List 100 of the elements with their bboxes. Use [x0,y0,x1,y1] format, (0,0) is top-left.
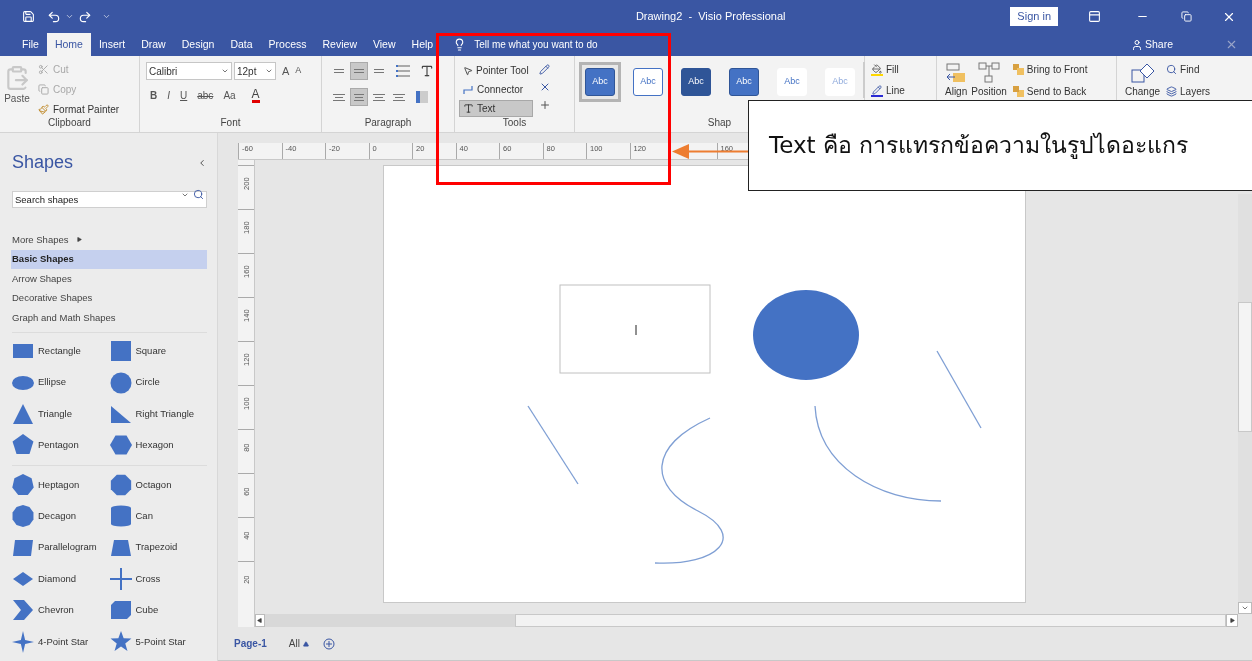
align-button[interactable]: Align [945,84,968,99]
stencil-shape[interactable]: 5-Point Star [109,626,207,658]
stencil-item[interactable]: Graph and Math Shapes [11,308,207,328]
curve-shape[interactable] [654,417,724,564]
shape-style-swatch[interactable]: Abc [777,68,807,96]
share-button[interactable]: Share [1144,36,1173,53]
bring-to-front-button[interactable]: Bring to Front [1026,62,1088,77]
font-size-field[interactable]: 12pt [234,62,276,80]
stencil-item[interactable]: More Shapes [11,230,207,250]
dropdown-icon[interactable] [265,67,273,75]
pencil-icon[interactable] [538,64,550,75]
stencil-shape[interactable]: Square [109,335,207,367]
menu-tab[interactable]: Review [314,33,365,56]
ribbon-display-icon[interactable] [1088,10,1101,23]
font-style-button[interactable]: U [180,88,188,103]
menu-tab[interactable]: File [14,33,47,56]
send-to-back-button[interactable]: Send to Back [1026,84,1087,99]
dropdown-icon[interactable] [181,191,189,199]
stencil-item[interactable]: Decorative Shapes [11,288,207,308]
save-icon[interactable] [22,10,35,23]
bullets-icon[interactable] [396,65,410,77]
stencil-shape[interactable]: Circle [109,366,207,399]
font-style-button[interactable]: Aa [223,88,236,103]
shrink-font-button[interactable]: A [295,64,302,78]
menu-tab[interactable]: Draw [133,33,174,56]
tool-button[interactable]: Pointer Tool [459,62,533,79]
stencil-item[interactable]: Arrow Shapes [11,269,207,289]
format-painter-button[interactable]: Format Painter [53,102,120,117]
menu-tab[interactable]: Help [403,33,442,56]
customize-icon[interactable] [102,12,111,21]
horizontal-scrollbar[interactable] [255,614,1238,627]
stencil-shape[interactable]: Hexagon [109,429,207,462]
font-name-field[interactable]: Calibri [146,62,232,80]
stencil-shape[interactable]: Decagon [12,500,110,532]
stencil-shape[interactable]: Parallelogram [12,531,110,564]
restore-icon[interactable] [1181,11,1192,22]
stencil-shape[interactable]: Cross [109,563,207,595]
menu-tab[interactable]: Insert [90,33,134,56]
font-style-button[interactable]: abc [197,88,214,103]
redo-icon[interactable] [78,9,92,24]
menu-tab[interactable]: Design [173,33,223,56]
tell-me-search[interactable]: Tell me what you want to do [474,37,598,52]
vertical-scrollbar[interactable] [1238,194,1252,614]
indent-icon[interactable] [416,91,428,103]
font-color-button[interactable]: A [251,88,260,103]
stencil-shape[interactable]: Rectangle [12,335,110,367]
find-button[interactable]: Find [1180,62,1200,77]
font-style-button[interactable]: B [150,88,158,103]
scroll-left-button[interactable] [255,614,265,627]
stencil-shape[interactable]: Cube [109,594,207,626]
page-tab[interactable]: All [288,636,309,651]
stencil-shape[interactable]: Diamond [12,563,110,595]
change-shape-icon[interactable] [1129,62,1156,84]
stencil-shape[interactable]: Chevron [12,594,110,626]
scroll-thumb[interactable] [1238,302,1252,432]
line-shape[interactable] [527,405,579,485]
search-field[interactable]: Search shapes [12,191,207,208]
close-ribbon-icon[interactable] [1225,38,1238,51]
collapse-icon[interactable] [197,157,207,168]
tool-button[interactable]: Text [459,100,533,117]
menu-tab[interactable]: Data [222,33,261,56]
ellipse-shape[interactable] [753,290,859,380]
dropdown-icon[interactable] [65,12,74,21]
horizontal-align-button[interactable] [350,88,368,106]
position-button[interactable]: Position [971,84,1007,99]
stencil-shape[interactable]: Triangle [12,398,110,430]
layers-button[interactable]: Layers [1180,84,1211,99]
scroll-thumb[interactable] [514,614,1227,627]
fill-button[interactable]: Fill [886,62,899,77]
add-page-icon[interactable] [322,637,335,650]
font-style-button[interactable]: I [167,88,170,103]
menu-tab[interactable]: Process [260,33,315,56]
undo-icon[interactable] [47,9,61,24]
menu-tab[interactable]: View [364,33,404,56]
dropdown-icon[interactable] [221,67,229,75]
stencil-item[interactable]: Basic Shapes [11,249,207,269]
grow-font-button[interactable]: A [282,62,290,80]
line-shape[interactable] [936,350,982,429]
align-icon[interactable] [945,62,968,84]
stencil-shape[interactable]: 4-Point Star [12,626,110,658]
stencil-shape[interactable]: Ellipse [12,366,110,399]
shape-style-swatch[interactable]: Abc [633,68,663,96]
vertical-align-button[interactable] [350,62,368,80]
stencil-shape[interactable]: Trapezoid [109,531,207,564]
stencil-shape[interactable]: Octagon [109,469,207,501]
search-icon[interactable] [193,189,204,200]
stencil-shape[interactable]: Can [109,500,207,532]
line-button[interactable]: Line [886,83,905,98]
shape-style-swatch[interactable]: Abc [729,68,759,96]
scroll-right-button[interactable] [1226,614,1238,627]
stencil-shape[interactable]: Heptagon [12,469,110,501]
page-tab[interactable]: Page-1 [234,636,267,651]
change-shape-button[interactable]: Change [1125,84,1161,99]
shape-style-swatch[interactable]: Abc [681,68,711,96]
tool-button[interactable]: Connector [459,81,533,98]
menu-tab[interactable]: Home [46,33,91,56]
stencil-shape[interactable]: Pentagon [12,429,110,462]
shape-style-swatch[interactable]: Abc [585,68,615,96]
stencil-shape[interactable]: Right Triangle [109,398,207,430]
sign-in-button[interactable]: Sign in [1010,7,1058,26]
